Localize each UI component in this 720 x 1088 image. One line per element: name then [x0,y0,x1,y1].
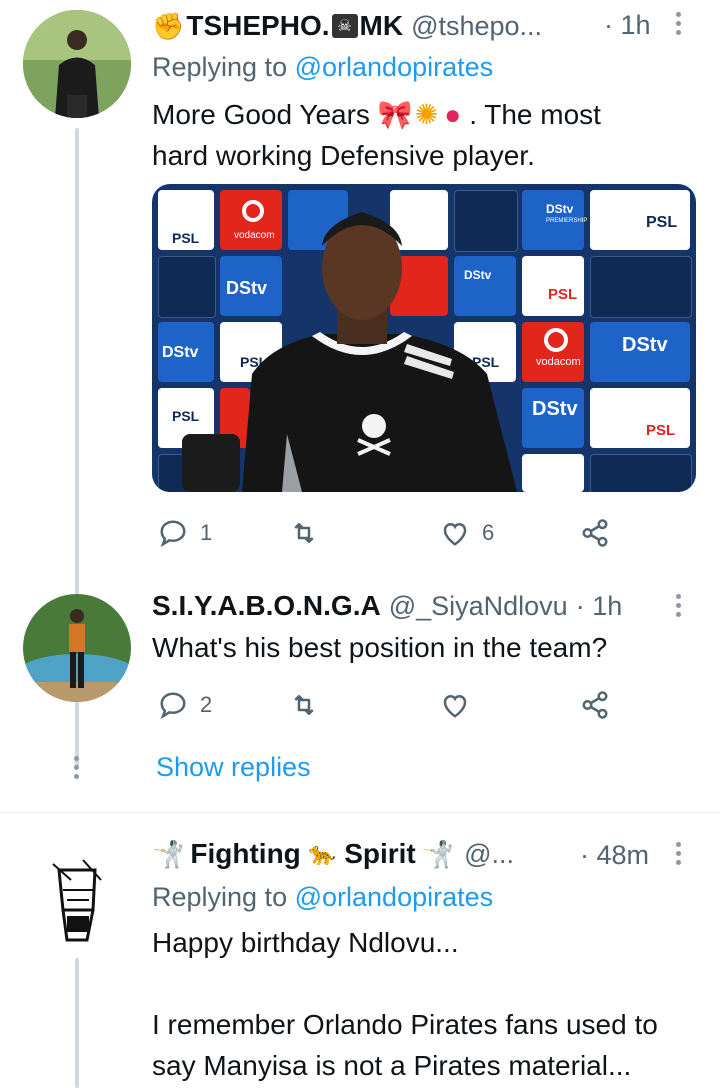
like-count: 6 [482,520,495,545]
user-name[interactable]: TSHEPHO. [186,10,329,42]
tweet-text: Happy birthday Ndlovu... I remember Orla… [152,922,702,1086]
user-handle[interactable]: @tshepo... [411,11,542,42]
replying-to: Replying to @orlandopirates [152,52,493,83]
reply-icon [160,520,186,548]
share-icon [582,519,608,547]
retweet-button[interactable] [288,690,320,720]
section-divider [0,812,720,813]
tweet-text-line2: hard working Defensive player. [152,140,535,171]
user-handle[interactable]: @_SiyaNdlovu [389,591,568,622]
thread-dots [74,756,79,779]
more-icon[interactable] [676,842,681,865]
like-icon [443,522,467,546]
avatar-image [23,840,131,948]
like-icon [443,694,467,718]
tweet-text: More Good Years 🎀 ✺ ● . The most hard wo… [152,94,692,176]
tweet-text-line1-end: . The most [469,99,601,130]
tweet-time[interactable]: · 1h [576,591,623,622]
replying-label: Replying to [152,882,288,912]
avatar-fighting-spirit[interactable] [23,840,131,948]
more-icon[interactable] [676,12,681,35]
reply-count: 2 [200,692,213,717]
user-name-suffix[interactable]: MK [360,10,404,42]
fencer-emoji: 🤺 [152,838,185,869]
retweet-button[interactable] [288,518,320,548]
show-replies-link[interactable]: Show replies [156,752,311,783]
share-button[interactable] [580,518,610,548]
fencer-emoji: 🤺 [421,838,455,869]
share-icon [582,691,608,719]
tweet-text-line1: More Good Years [152,99,370,130]
avatar-tshepho[interactable] [23,10,131,118]
tweet-text-line1: Happy birthday Ndlovu... [152,927,459,958]
reply-icon [160,692,186,720]
fist-emoji: ✊ [152,10,185,41]
tweet-text-line2: I remember Orlando Pirates fans used to [152,1009,658,1040]
tweet-text: What's his best position in the team? [152,632,608,663]
player-figure [182,212,517,492]
replying-to: Replying to @orlandopirates [152,882,493,913]
avatar-siyabonga[interactable] [23,594,131,702]
like-button[interactable] [440,690,470,720]
avatar-image [23,10,131,118]
retweet-icon [294,523,314,543]
reply-to-link[interactable]: @orlandopirates [295,52,494,82]
confetti-emoji: ✺ [414,99,439,130]
reply-to-link[interactable]: @orlandopirates [295,882,494,912]
replying-label: Replying to [152,52,288,82]
reply-button[interactable]: 1 [158,518,212,548]
retweet-icon [294,695,314,715]
thread-line [75,958,79,1088]
tweet-text-line3: say Manyisa is not a Pirates material... [152,1050,632,1081]
tweet-time[interactable]: · 48m [580,840,649,871]
skull-icon: ☠ [331,14,358,38]
tweet-2-header: S.I.Y.A.B.O.N.G.A @_SiyaNdlovu · 1h [152,590,672,622]
user-name-part1[interactable]: Fighting [190,838,300,870]
more-icon[interactable] [676,594,681,617]
user-name[interactable]: S.I.Y.A.B.O.N.G.A [152,590,381,622]
tweet-time[interactable]: · 1h [604,10,651,41]
tweet-3-header: 🤺 Fighting 🐆 Spirit 🤺 @... [152,838,592,870]
user-name-part2[interactable]: Spirit [344,838,416,870]
reply-count: 1 [200,520,213,545]
share-button[interactable] [580,690,610,720]
avatar-image [23,594,131,702]
reply-button[interactable]: 2 [158,690,212,720]
ribbon-emoji: 🎀 [377,99,413,130]
tweet-media-image[interactable]: PSL vodacom DStv DStv PSL DStv PREMIERSH… [152,184,696,492]
like-button[interactable]: 6 [440,518,494,548]
leopard-emoji: 🐆 [308,841,337,866]
user-handle[interactable]: @... [464,839,514,870]
balloon-emoji: ● [444,99,462,130]
